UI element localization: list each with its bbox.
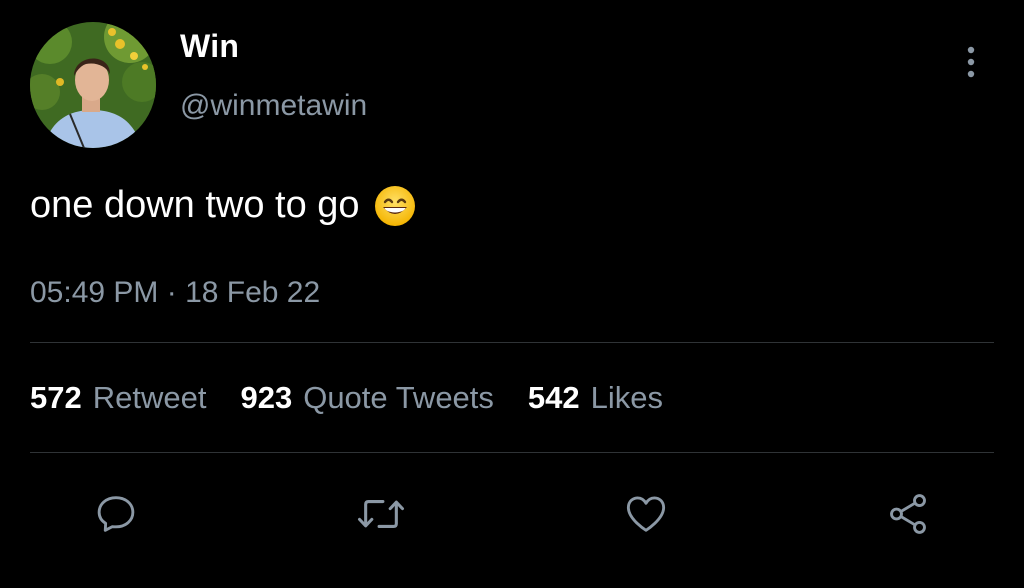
tweet-timestamp[interactable]: 05:49 PM · 18 Feb 22 xyxy=(30,276,320,310)
stat-count: 923 xyxy=(240,380,293,415)
stat-label: Retweet xyxy=(92,380,207,415)
display-name[interactable]: Win xyxy=(180,28,239,65)
stat-label: Likes xyxy=(590,380,664,415)
avatar-photo xyxy=(30,22,156,148)
tweet-body: one down two to go xyxy=(30,184,360,226)
share-button[interactable] xyxy=(882,488,934,540)
user-handle[interactable]: @winmetawin xyxy=(180,89,367,123)
likes-count-link[interactable]: 542 Likes xyxy=(528,380,663,416)
avatar[interactable] xyxy=(30,22,156,148)
retweet-count-link[interactable]: 572 Retweet xyxy=(30,380,206,416)
more-options-button[interactable] xyxy=(956,42,986,82)
stat-label: Quote Tweets xyxy=(303,380,494,415)
tweet-text: one down two to go xyxy=(30,184,416,227)
stat-count: 542 xyxy=(527,380,580,415)
divider xyxy=(30,342,994,343)
retweet-button[interactable] xyxy=(355,488,407,540)
speech-bubble-icon xyxy=(97,496,135,532)
divider xyxy=(30,452,994,453)
reply-button[interactable] xyxy=(90,488,142,540)
tweet-detail: Win @winmetawin one down two to go 05:49… xyxy=(0,0,1024,588)
grinning-face-emoji-icon xyxy=(374,185,416,227)
vertical-ellipsis-icon xyxy=(967,46,975,78)
share-icon xyxy=(890,494,926,534)
quote-tweets-count-link[interactable]: 923 Quote Tweets xyxy=(240,380,493,416)
stat-count: 572 xyxy=(30,380,82,415)
engagement-stats: 572 Retweet 923 Quote Tweets 542 Likes xyxy=(30,380,663,416)
heart-icon xyxy=(626,496,666,532)
like-button[interactable] xyxy=(620,488,672,540)
retweet-icon xyxy=(357,500,404,528)
